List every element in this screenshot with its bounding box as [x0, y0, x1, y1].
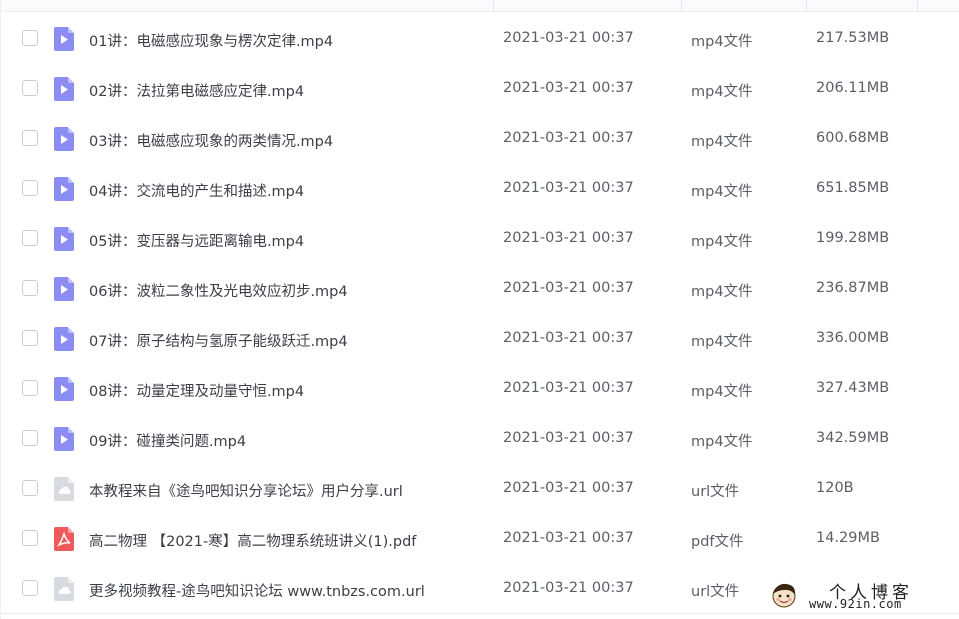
video-file-icon	[54, 77, 74, 101]
video-file-icon	[54, 27, 74, 51]
pdf-file-icon	[54, 527, 74, 551]
table-row[interactable]: 04讲：交流电的产生和描述.mp4 2021-03-21 00:37 mp4文件…	[1, 164, 959, 214]
file-size: 199.28MB	[816, 230, 890, 246]
file-name[interactable]: 01讲：电磁感应现象与楞次定律.mp4	[89, 30, 333, 51]
file-name[interactable]: 03讲：电磁感应现象的两类情况.mp4	[89, 130, 333, 151]
file-name[interactable]: 06讲：波粒二象性及光电效应初步.mp4	[89, 280, 348, 301]
column-header	[1, 0, 959, 12]
file-name[interactable]: 本教程来自《途鸟吧知识分享论坛》用户分享.url	[89, 480, 403, 501]
watermark-logo: 个人博客 www.92in.com	[769, 578, 954, 614]
file-type: mp4文件	[691, 384, 753, 400]
column-divider[interactable]	[493, 0, 494, 12]
file-date: 2021-03-21 00:37	[503, 280, 634, 296]
row-checkbox[interactable]	[22, 180, 38, 196]
file-date: 2021-03-21 00:37	[503, 330, 634, 346]
row-checkbox[interactable]	[22, 30, 38, 46]
table-row[interactable]: 高二物理 【2021-寒】高二物理系统班讲义(1).pdf 2021-03-21…	[1, 514, 959, 564]
file-type: mp4文件	[691, 34, 753, 50]
table-row[interactable]: 01讲：电磁感应现象与楞次定律.mp4 2021-03-21 00:37 mp4…	[1, 14, 959, 64]
row-checkbox[interactable]	[22, 330, 38, 346]
file-type: url文件	[691, 484, 740, 500]
file-date: 2021-03-21 00:37	[503, 380, 634, 396]
file-size: 217.53MB	[816, 30, 890, 46]
table-row[interactable]: 06讲：波粒二象性及光电效应初步.mp4 2021-03-21 00:37 mp…	[1, 264, 959, 314]
file-date: 2021-03-21 00:37	[503, 180, 634, 196]
file-date: 2021-03-21 00:37	[503, 580, 634, 596]
column-divider[interactable]	[917, 0, 918, 12]
file-type: mp4文件	[691, 284, 753, 300]
table-row[interactable]: 本教程来自《途鸟吧知识分享论坛》用户分享.url 2021-03-21 00:3…	[1, 464, 959, 514]
file-name[interactable]: 更多视频教程-途鸟吧知识论坛 www.tnbzs.com.url	[89, 580, 425, 601]
file-date: 2021-03-21 00:37	[503, 80, 634, 96]
table-row[interactable]: 03讲：电磁感应现象的两类情况.mp4 2021-03-21 00:37 mp4…	[1, 114, 959, 164]
cartoon-face-icon	[772, 583, 796, 608]
file-date: 2021-03-21 00:37	[503, 530, 634, 546]
row-checkbox[interactable]	[22, 130, 38, 146]
file-size: 336.00MB	[816, 330, 890, 346]
video-file-icon	[54, 127, 74, 151]
file-name[interactable]: 高二物理 【2021-寒】高二物理系统班讲义(1).pdf	[89, 530, 416, 551]
file-list: 01讲：电磁感应现象与楞次定律.mp4 2021-03-21 00:37 mp4…	[0, 0, 959, 619]
file-size: 651.85MB	[816, 180, 890, 196]
file-type: mp4文件	[691, 84, 753, 100]
file-size: 120B	[816, 480, 854, 496]
file-type: pdf文件	[691, 534, 744, 550]
file-size: 342.59MB	[816, 430, 890, 446]
file-date: 2021-03-21 00:37	[503, 230, 634, 246]
video-file-icon	[54, 227, 74, 251]
file-size: 600.68MB	[816, 130, 890, 146]
file-size: 206.11MB	[816, 80, 890, 96]
row-checkbox[interactable]	[22, 530, 38, 546]
table-row[interactable]: 07讲：原子结构与氢原子能级跃迁.mp4 2021-03-21 00:37 mp…	[1, 314, 959, 364]
file-name[interactable]: 02讲：法拉第电磁感应定律.mp4	[89, 80, 304, 101]
column-divider[interactable]	[806, 0, 807, 12]
file-type: mp4文件	[691, 234, 753, 250]
file-type: mp4文件	[691, 434, 753, 450]
file-type: mp4文件	[691, 334, 753, 350]
video-file-icon	[54, 427, 74, 451]
file-name[interactable]: 07讲：原子结构与氢原子能级跃迁.mp4	[89, 330, 348, 351]
row-checkbox[interactable]	[22, 380, 38, 396]
file-type: mp4文件	[691, 184, 753, 200]
row-checkbox[interactable]	[22, 230, 38, 246]
file-date: 2021-03-21 00:37	[503, 130, 634, 146]
file-size: 327.43MB	[816, 380, 890, 396]
link-file-icon	[54, 577, 74, 601]
table-row[interactable]: 02讲：法拉第电磁感应定律.mp4 2021-03-21 00:37 mp4文件…	[1, 64, 959, 114]
row-checkbox[interactable]	[22, 430, 38, 446]
file-name[interactable]: 09讲：碰撞类问题.mp4	[89, 430, 246, 451]
link-file-icon	[54, 477, 74, 501]
file-name[interactable]: 04讲：交流电的产生和描述.mp4	[89, 180, 304, 201]
column-divider[interactable]	[681, 0, 682, 12]
file-date: 2021-03-21 00:37	[503, 480, 634, 496]
row-checkbox[interactable]	[22, 80, 38, 96]
row-checkbox[interactable]	[22, 480, 38, 496]
video-file-icon	[54, 277, 74, 301]
video-file-icon	[54, 327, 74, 351]
file-date: 2021-03-21 00:37	[503, 430, 634, 446]
file-type: url文件	[691, 584, 740, 600]
file-date: 2021-03-21 00:37	[503, 30, 634, 46]
table-row[interactable]: 09讲：碰撞类问题.mp4 2021-03-21 00:37 mp4文件 342…	[1, 414, 959, 464]
file-name[interactable]: 05讲：变压器与远距离输电.mp4	[89, 230, 304, 251]
file-type: mp4文件	[691, 134, 753, 150]
video-file-icon	[54, 177, 74, 201]
row-checkbox[interactable]	[22, 580, 38, 596]
watermark-url: www.92in.com	[809, 597, 902, 611]
file-size: 14.29MB	[816, 530, 880, 546]
file-size: 236.87MB	[816, 280, 890, 296]
table-row[interactable]: 08讲：动量定理及动量守恒.mp4 2021-03-21 00:37 mp4文件…	[1, 364, 959, 414]
file-name[interactable]: 08讲：动量定理及动量守恒.mp4	[89, 380, 304, 401]
video-file-icon	[54, 377, 74, 401]
table-row[interactable]: 05讲：变压器与远距离输电.mp4 2021-03-21 00:37 mp4文件…	[1, 214, 959, 264]
row-checkbox[interactable]	[22, 280, 38, 296]
